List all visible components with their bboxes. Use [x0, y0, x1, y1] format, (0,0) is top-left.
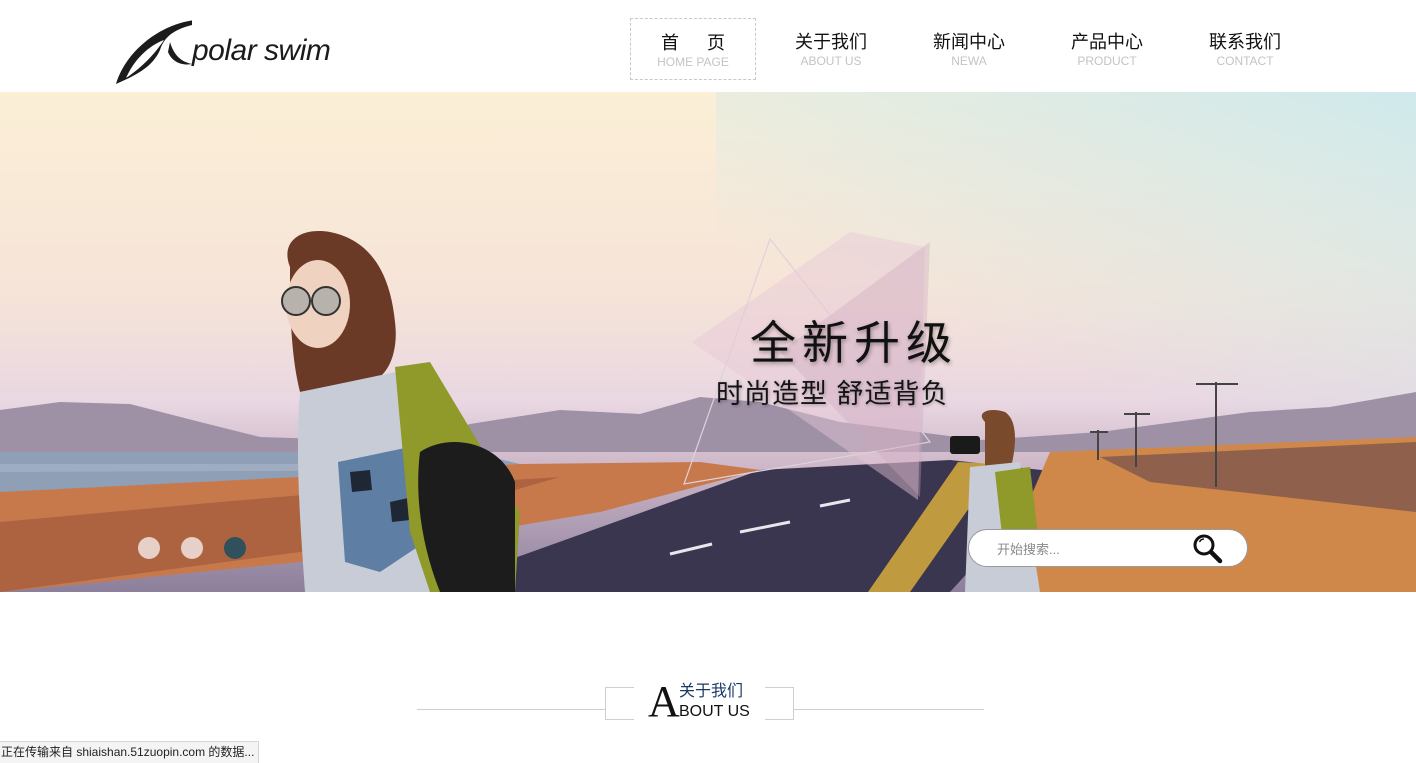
magnifier-icon	[1193, 534, 1223, 564]
slider-dot-2[interactable]	[181, 537, 203, 559]
about-section: A 关于我们 BOUT US	[0, 592, 1416, 762]
nav-item-sublabel: CONTACT	[1216, 54, 1274, 68]
site-header: polar swim 首页 HOME PAGE 关于我们 ABOUT US 新闻…	[0, 0, 1416, 92]
search-box	[968, 529, 1248, 567]
search-input[interactable]	[995, 538, 1179, 560]
nav-item-sublabel: HOME PAGE	[657, 55, 729, 69]
banner-headline: 全新升级	[750, 317, 958, 369]
penguin-logo-icon	[116, 20, 192, 84]
divider-line-right	[794, 709, 984, 710]
logo-text: polar swim	[192, 34, 331, 67]
slider-dot-3-active[interactable]	[224, 537, 246, 559]
about-title-initial: A	[648, 677, 680, 726]
banner-subline: 时尚造型 舒适背负	[716, 379, 949, 409]
nav-item-sublabel: PRODUCT	[1077, 54, 1137, 68]
nav-item-news[interactable]: 新闻中心 NEWA	[906, 18, 1032, 80]
nav-item-sublabel: ABOUT US	[800, 54, 862, 68]
divider-line-left	[417, 709, 605, 710]
nav-item-sublabel: NEWA	[951, 54, 987, 68]
about-title-cn: 关于我们	[679, 683, 744, 700]
search-button[interactable]	[1191, 533, 1225, 565]
nav-item-product[interactable]: 产品中心 PRODUCT	[1044, 18, 1170, 80]
nav-item-label: 首页	[661, 33, 753, 53]
nav-item-contact[interactable]: 联系我们 CONTACT	[1182, 18, 1308, 80]
polar-swim-logo[interactable]: polar swim	[112, 16, 352, 86]
nav-item-label: 关于我们	[795, 32, 867, 52]
hero-banner[interactable]: 全新升级 时尚造型 舒适背负	[0, 92, 1416, 592]
nav-item-label: 产品中心	[1071, 32, 1143, 52]
nav-item-label: 联系我们	[1209, 32, 1281, 52]
banner-scene-image	[0, 231, 1416, 592]
about-title-en: BOUT US	[679, 703, 750, 720]
nav-item-about[interactable]: 关于我们 ABOUT US	[768, 18, 894, 80]
nav-item-home[interactable]: 首页 HOME PAGE	[630, 18, 756, 80]
slider-dot-1[interactable]	[138, 537, 160, 559]
browser-status-bar: 正在传输来自 shiaishan.51zuopin.com 的数据...	[0, 741, 260, 763]
nav-item-label: 新闻中心	[933, 32, 1005, 52]
